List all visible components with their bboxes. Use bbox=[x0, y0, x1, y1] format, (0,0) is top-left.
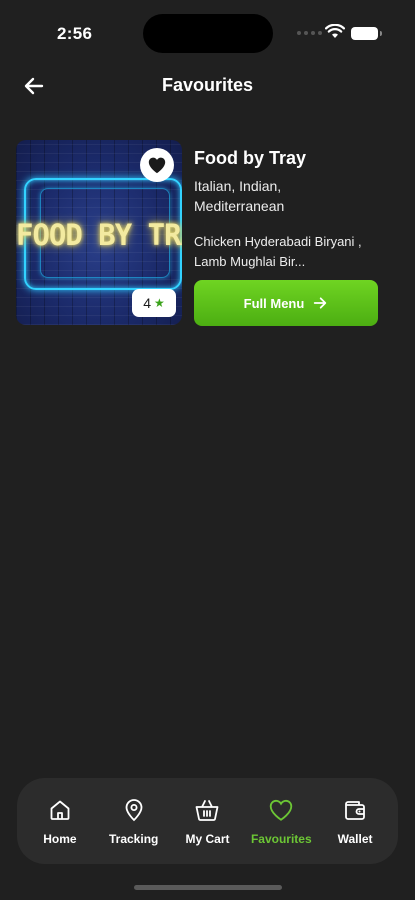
favourite-restaurant-card[interactable]: FOOD BY TRAY 4 ★ Food by Tray Italian, I… bbox=[16, 140, 378, 328]
star-icon: ★ bbox=[154, 296, 165, 310]
nav-item-tracking[interactable]: Tracking bbox=[99, 797, 169, 846]
full-menu-label: Full Menu bbox=[243, 295, 305, 311]
status-bar: 2:56 bbox=[0, 0, 415, 70]
page-title: Favourites bbox=[161, 75, 254, 95]
nav-item-home[interactable]: Home bbox=[25, 797, 95, 846]
battery-icon bbox=[351, 27, 382, 40]
favourite-toggle-button[interactable] bbox=[140, 148, 174, 182]
nav-label-wallet: Wallet bbox=[337, 831, 373, 846]
home-indicator bbox=[134, 885, 282, 890]
nav-item-wallet[interactable]: Wallet bbox=[320, 797, 390, 846]
bottom-navigation: Home Tracking My Cart Favourites Wallet bbox=[17, 778, 398, 864]
rating-badge: 4 ★ bbox=[132, 289, 176, 317]
restaurant-cuisine: Italian, Indian, Mediterranean bbox=[194, 178, 285, 214]
basket-icon bbox=[194, 797, 220, 823]
dynamic-island bbox=[143, 14, 273, 53]
nav-item-favourites[interactable]: Favourites bbox=[246, 797, 316, 846]
arrow-right-icon bbox=[314, 297, 327, 309]
nav-label-tracking: Tracking bbox=[109, 831, 159, 846]
restaurant-name[interactable]: Food by Tray bbox=[194, 148, 306, 169]
nav-label-home: Home bbox=[43, 831, 77, 846]
nav-label-favourites: Favourites bbox=[250, 831, 312, 846]
signal-icon bbox=[297, 31, 322, 35]
home-icon bbox=[47, 797, 73, 823]
status-time: 2:56 bbox=[57, 24, 93, 43]
nav-item-my-cart[interactable]: My Cart bbox=[172, 797, 242, 846]
wallet-icon bbox=[342, 797, 368, 823]
rating-value: 4 bbox=[143, 295, 152, 311]
heart-icon bbox=[268, 797, 294, 823]
nav-label-my-cart: My Cart bbox=[185, 831, 230, 846]
restaurant-image[interactable]: FOOD BY TRAY 4 ★ bbox=[16, 140, 182, 325]
location-pin-icon bbox=[121, 797, 147, 823]
restaurant-dishes: Chicken Hyderabadi Biryani , Lamb Mughla… bbox=[194, 234, 362, 269]
wifi-icon bbox=[325, 24, 345, 38]
full-menu-button[interactable]: Full Menu bbox=[194, 280, 378, 326]
heart-filled-icon bbox=[148, 157, 166, 174]
restaurant-image-text: FOOD BY TRAY bbox=[16, 218, 182, 252]
